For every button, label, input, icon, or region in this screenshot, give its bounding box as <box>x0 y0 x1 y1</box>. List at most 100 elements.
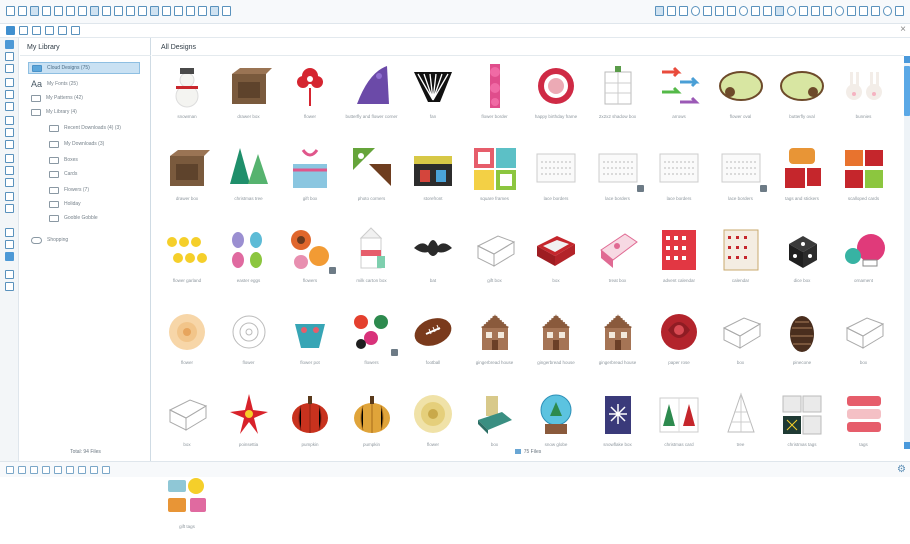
cursor-icon[interactable] <box>186 6 195 16</box>
ungroup-icon[interactable] <box>66 466 74 474</box>
smooth-icon[interactable] <box>5 154 14 163</box>
zoom-out-icon[interactable] <box>138 6 147 16</box>
send-icon[interactable] <box>787 6 796 16</box>
design-tile[interactable]: flower garland <box>158 226 216 298</box>
design-tile[interactable]: tags and stickers <box>773 144 831 216</box>
replicate-icon[interactable] <box>727 6 736 16</box>
design-tile[interactable]: photo corners <box>343 144 401 216</box>
settings-icon[interactable]: ⚙ <box>897 464 906 475</box>
library-tree-item[interactable]: Recent Downloads (4) (3) <box>46 122 142 134</box>
store-icon[interactable] <box>763 6 772 16</box>
filter-icon[interactable] <box>71 26 80 35</box>
library-tree-item[interactable]: My Patterns (42) <box>28 92 140 104</box>
draw-line-icon[interactable] <box>5 64 14 73</box>
library-icon[interactable] <box>5 228 14 237</box>
library-icon[interactable] <box>775 6 784 16</box>
print-icon[interactable] <box>42 6 51 16</box>
pan-icon[interactable] <box>150 6 159 16</box>
zoom-icon[interactable] <box>222 6 231 16</box>
design-tile[interactable]: gift box <box>466 226 524 298</box>
library-tree-item[interactable]: Shopping <box>28 234 140 246</box>
design-tile[interactable]: lace borders <box>650 144 708 216</box>
fill-icon[interactable] <box>30 466 38 474</box>
line-icon[interactable] <box>42 466 50 474</box>
design-icon[interactable] <box>655 6 664 16</box>
send-icon[interactable] <box>5 270 14 279</box>
cut-icon[interactable] <box>54 6 63 16</box>
layers-icon[interactable] <box>823 6 832 16</box>
move-icon[interactable] <box>198 6 207 16</box>
pointer-icon[interactable] <box>174 6 183 16</box>
settings-icon[interactable] <box>102 466 110 474</box>
design-tile[interactable]: lace borders <box>589 144 647 216</box>
draw-rect-icon[interactable] <box>5 116 14 125</box>
design-tile[interactable]: christmas tree <box>220 144 278 216</box>
page-setup-icon[interactable] <box>667 6 676 16</box>
grid-icon[interactable] <box>6 466 14 474</box>
design-tile[interactable]: happy birthday frame <box>527 62 585 134</box>
select-icon[interactable] <box>114 6 123 16</box>
image-icon[interactable] <box>859 6 868 16</box>
rotate-icon[interactable] <box>90 466 98 474</box>
design-tile[interactable]: gift tags <box>158 472 216 544</box>
design-tile[interactable]: ornament <box>835 226 893 298</box>
text-tool-icon[interactable] <box>5 166 14 175</box>
design-tile[interactable]: storefront <box>404 144 462 216</box>
text-icon[interactable] <box>739 6 748 16</box>
design-tile[interactable]: football <box>404 308 462 380</box>
panel-icon[interactable] <box>871 6 880 16</box>
design-tile[interactable]: square frames <box>466 144 524 216</box>
design-tile[interactable]: snowman <box>158 62 216 134</box>
library-tree-item[interactable]: Holiday <box>46 198 142 210</box>
freehand-icon[interactable] <box>5 140 14 149</box>
fill-icon[interactable] <box>679 6 688 16</box>
save-icon[interactable] <box>30 6 39 16</box>
open-icon[interactable] <box>18 6 27 16</box>
color-icon[interactable] <box>835 6 844 16</box>
undo-icon[interactable] <box>90 6 99 16</box>
select-tool-icon[interactable] <box>5 40 14 49</box>
design-tile[interactable]: flowers <box>343 308 401 380</box>
design-tile[interactable]: flowers <box>281 226 339 298</box>
design-tile[interactable]: advent calendar <box>650 226 708 298</box>
design-tile[interactable]: paper rose <box>650 308 708 380</box>
design-tile[interactable]: scalloped cards <box>835 144 893 216</box>
library-tree-item[interactable]: Cloud Designs (75) <box>28 62 140 74</box>
library-tree-item[interactable]: Aa My Fonts (25) <box>28 78 140 90</box>
grid-icon[interactable] <box>162 6 171 16</box>
zoom-in-icon[interactable] <box>126 6 135 16</box>
design-tile[interactable]: arrows <box>650 62 708 134</box>
offset-icon[interactable] <box>691 6 700 16</box>
design-tile[interactable]: lace borders <box>712 144 770 216</box>
copy-icon[interactable] <box>66 6 75 16</box>
settings-icon[interactable] <box>799 6 808 16</box>
cloud-icon[interactable] <box>5 252 14 261</box>
design-tile[interactable]: calendar <box>712 226 770 298</box>
design-tile[interactable]: bat <box>404 226 462 298</box>
paste-icon[interactable] <box>78 6 87 16</box>
design-tile[interactable]: flower pot <box>281 308 339 380</box>
design-tile[interactable]: dice box <box>773 226 831 298</box>
list-view-icon[interactable] <box>6 26 15 35</box>
library-tree-item[interactable]: Flowers (7) <box>46 184 142 196</box>
design-tile[interactable]: box <box>527 226 585 298</box>
design-tile[interactable]: fan <box>404 62 462 134</box>
library-tree-item[interactable]: My Library (4) <box>28 106 140 118</box>
design-tile[interactable]: flower border <box>466 62 524 134</box>
design-tile[interactable]: gift box <box>281 144 339 216</box>
scroll-down-button[interactable] <box>904 442 910 449</box>
design-tile[interactable]: flower oval <box>712 62 770 134</box>
design-tile[interactable]: pinecone <box>773 308 831 380</box>
knife-icon[interactable] <box>5 192 14 201</box>
design-tile[interactable]: flower <box>220 308 278 380</box>
design-tile[interactable]: easter eggs <box>220 226 278 298</box>
panel-icon[interactable] <box>5 282 14 291</box>
design-tile[interactable]: box <box>712 308 770 380</box>
cloud-icon[interactable] <box>45 26 54 35</box>
design-tile[interactable]: flower <box>281 62 339 134</box>
library-tree-item[interactable]: Boxes <box>46 154 142 166</box>
pen-icon[interactable] <box>5 204 14 213</box>
design-tile[interactable]: box <box>835 308 893 380</box>
design-tile[interactable]: bunnies <box>835 62 893 134</box>
line-icon[interactable] <box>847 6 856 16</box>
